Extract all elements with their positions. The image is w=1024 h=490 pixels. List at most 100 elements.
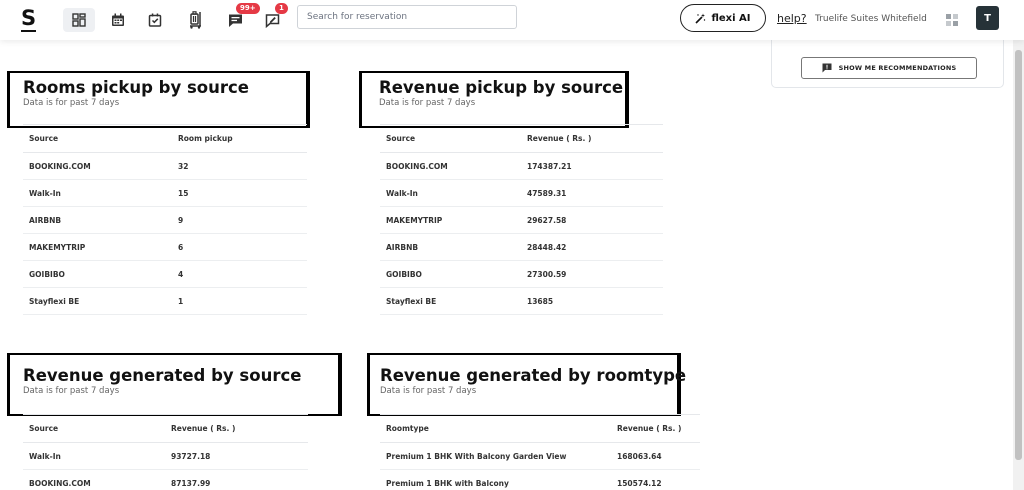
calendar-nav-button[interactable] [102,8,134,32]
table-row: Walk-In 15 [23,179,307,207]
recommendations-card: SHOW ME RECOMMENDATIONS [771,38,1004,88]
revenue-generated-roomtype-header: Revenue generated by roomtype Data is fo… [367,353,686,416]
revenue-pickup-subtitle: Data is for past 7 days [379,98,476,108]
row-value-cell: 13685 [521,287,663,315]
row-label-cell: Premium 1 BHK With Balcony Garden View [380,442,611,470]
rooms-pickup-header: Rooms pickup by source Data is for past … [7,71,310,128]
table-header-row: Roomtype Revenue ( Rs. ) [380,414,700,443]
show-recommendations-label: SHOW ME RECOMMENDATIONS [838,64,957,72]
table-row: BOOKING.COM 87137.99 [23,469,308,490]
property-name[interactable]: Truelife Suites Whitefield [815,14,927,24]
table-row: AIRBNB 9 [23,206,307,234]
table-row: GOIBIBO 27300.59 [380,260,663,288]
column-header-revenue: Revenue ( Rs. ) [521,124,663,153]
rooms-pickup-table: Source Room pickup BOOKING.COM 32 Walk-In 1… [23,124,307,315]
table-row: MAKEMYTRIP 29627.58 [380,206,663,234]
row-value-cell: 150574.12 [611,469,700,490]
dashboard-nav-button[interactable] [63,8,95,32]
table-row: Stayflexi BE 13685 [380,287,663,315]
row-value-cell: 28448.42 [521,233,663,261]
row-label-cell: AIRBNB [23,206,172,234]
column-header-roomtype: Roomtype [380,414,611,443]
tasks-nav-button[interactable] [139,8,171,32]
scrollbar-thumb[interactable] [1015,50,1022,460]
row-value-cell: 27300.59 [521,260,663,288]
row-value-cell: 93727.18 [165,442,308,470]
page-scrollbar[interactable] [1013,40,1024,490]
row-value-cell: 87137.99 [165,469,308,490]
column-header-room-pickup: Room pickup [172,124,307,153]
table-header-row: Source Room pickup [23,124,307,153]
row-label-cell: MAKEMYTRIP [23,233,172,261]
revenue-pickup-title: Revenue pickup by source [379,78,624,97]
row-label-cell: Walk-In [23,442,165,470]
revenue-generated-roomtype-table: Roomtype Revenue ( Rs. ) Premium 1 BHK W… [380,414,700,490]
row-label-cell: AIRBNB [380,233,521,261]
show-recommendations-button[interactable]: SHOW ME RECOMMENDATIONS [801,57,977,79]
revenue-generated-source-subtitle: Data is for past 7 days [23,386,120,396]
flexi-ai-label: flexi AI [711,12,751,24]
help-link[interactable]: help? [777,12,807,25]
table-header-row: Source Revenue ( Rs. ) [23,414,308,443]
user-avatar[interactable]: T [976,6,999,30]
table-row: Premium 1 BHK with Balcony 150574.12 [380,469,700,490]
row-label-cell: BOOKING.COM [380,152,521,180]
table-row: Premium 1 BHK With Balcony Garden View 16… [380,442,700,470]
row-value-cell: 1 [172,287,307,315]
row-value-cell: 4 [172,260,307,288]
row-value-cell: 168063.64 [611,442,700,470]
rooms-pickup-subtitle: Data is for past 7 days [23,98,120,108]
row-value-cell: 29627.58 [521,206,663,234]
dashboard-page: S 99+ 1 flexi AI help? Truelife Suites W… [0,0,1024,490]
messages-nav-button[interactable]: 99+ [219,3,260,32]
revenue-generated-source-header: Revenue generated by source Data is for … [7,353,342,416]
top-navigation-bar: S 99+ 1 flexi AI help? Truelife Suites W… [0,0,1024,40]
calendar-check-icon [148,13,162,27]
dashboard-grid-icon [72,13,86,27]
row-value-cell: 15 [172,179,307,207]
revenue-pickup-header: Revenue pickup by source Data is for pas… [359,71,629,128]
revenue-generated-source-title: Revenue generated by source [23,366,302,385]
row-label-cell: Premium 1 BHK with Balcony [380,469,611,490]
column-header-source: Source [380,124,521,153]
housekeeping-nav-button[interactable] [180,8,212,32]
column-header-source: Source [23,414,165,443]
brand-logo[interactable]: S [21,6,37,32]
apps-grid-icon [946,14,958,26]
chat-bubble-icon [228,14,242,27]
row-label-cell: Stayflexi BE [23,287,172,315]
flexi-ai-button[interactable]: flexi AI [680,4,766,32]
table-row: Walk-In 93727.18 [23,442,308,470]
magic-wand-icon [695,13,706,24]
table-row: MAKEMYTRIP 6 [23,233,307,261]
row-label-cell: GOIBIBO [23,260,172,288]
row-label-cell: Walk-In [380,179,521,207]
reservation-search-input[interactable] [297,5,517,29]
row-value-cell: 9 [172,206,307,234]
row-label-cell: BOOKING.COM [23,469,165,490]
row-value-cell: 6 [172,233,307,261]
revenue-generated-source-table: Source Revenue ( Rs. ) Walk-In 93727.18 BO… [23,414,308,490]
revenue-pickup-table: Source Revenue ( Rs. ) BOOKING.COM 174387… [380,124,663,315]
table-row: Stayflexi BE 1 [23,287,307,315]
table-row: Walk-In 47589.31 [380,179,663,207]
column-header-revenue: Revenue ( Rs. ) [611,414,700,443]
edit-comment-icon [265,13,279,28]
reviews-nav-button[interactable]: 1 [256,3,288,32]
revenue-generated-roomtype-title: Revenue generated by roomtype [380,366,687,385]
column-header-revenue: Revenue ( Rs. ) [165,414,308,443]
row-label-cell: MAKEMYTRIP [380,206,521,234]
row-value-cell: 32 [172,152,307,180]
luggage-cart-icon [190,11,201,29]
table-header-row: Source Revenue ( Rs. ) [380,124,663,153]
calendar-icon [112,13,124,26]
revenue-generated-roomtype-subtitle: Data is for past 7 days [380,386,477,396]
apps-grid-button[interactable] [946,11,958,30]
table-row: BOOKING.COM 174387.21 [380,152,663,180]
table-row: BOOKING.COM 32 [23,152,307,180]
row-label-cell: GOIBIBO [380,260,521,288]
row-value-cell: 174387.21 [521,152,663,180]
row-label-cell: Stayflexi BE [380,287,521,315]
row-value-cell: 47589.31 [521,179,663,207]
reviews-count-badge: 1 [275,3,288,14]
